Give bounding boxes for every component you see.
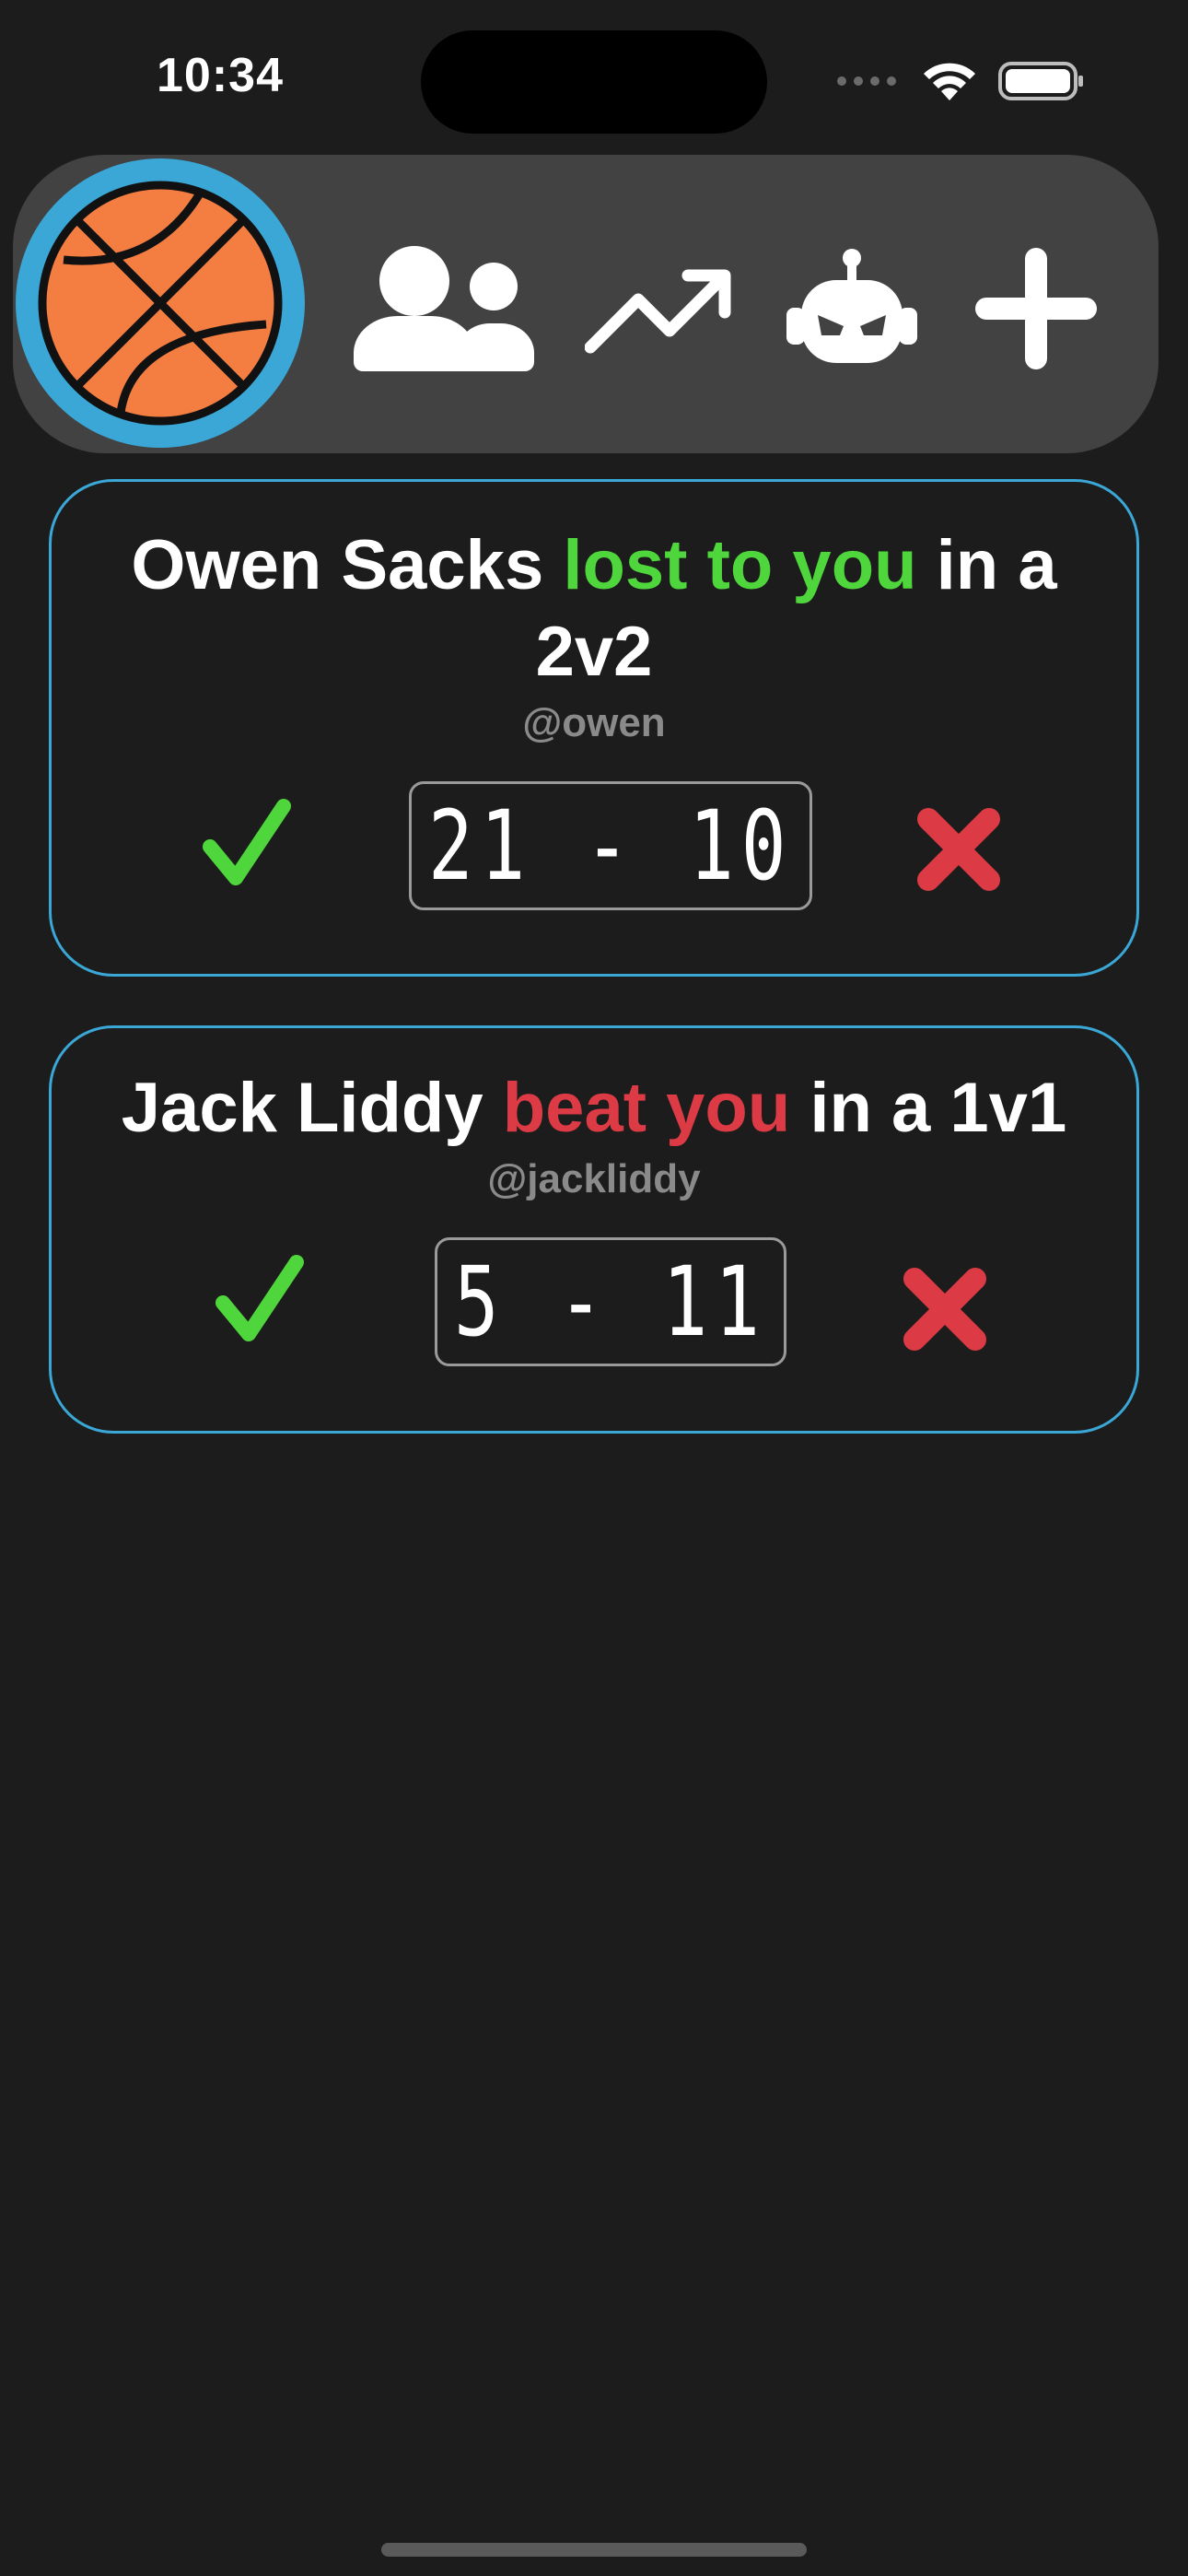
result-text: lost to you [563, 526, 917, 604]
trends-button[interactable] [568, 226, 752, 392]
score-text: 5 - 11 [454, 1246, 767, 1358]
checkmark-icon [215, 1255, 304, 1341]
accept-button[interactable] [214, 1253, 306, 1350]
status-time: 10:34 [157, 49, 284, 102]
screen: 10:34 Owen Sacks lost to you in a 2v2 @o… [0, 0, 1188, 2576]
score-text: 21 - 10 [427, 790, 794, 902]
close-icon [917, 808, 1000, 891]
basketball-logo[interactable] [16, 158, 305, 448]
dynamic-island [421, 30, 767, 134]
result-text: beat you [502, 1069, 791, 1147]
score-display: 5 - 11 [435, 1237, 786, 1366]
opponent-handle: @owen [522, 700, 666, 745]
bot-icon [786, 249, 917, 363]
reject-button[interactable] [915, 806, 1002, 897]
reject-button[interactable] [902, 1266, 988, 1357]
opponent-name: Jack Liddy [121, 1069, 483, 1147]
mode-text: in a 1v1 [809, 1069, 1067, 1147]
game-card: Jack Liddy beat you in a 1v1 @jackliddy … [49, 1025, 1139, 1434]
checkmark-icon [203, 799, 291, 885]
game-card: Owen Sacks lost to you in a 2v2 @owen 21… [49, 479, 1139, 977]
plus-icon [975, 248, 1097, 369]
home-indicator[interactable] [381, 2543, 807, 2557]
wifi-icon [924, 63, 975, 100]
close-icon [903, 1268, 986, 1351]
accept-button[interactable] [201, 797, 293, 894]
trending-icon [585, 269, 731, 354]
status-icons [836, 57, 1085, 105]
score-display: 21 - 10 [409, 781, 812, 910]
game-title: Owen Sacks lost to you in a 2v2 [88, 522, 1100, 696]
add-game-button[interactable] [944, 226, 1128, 392]
opponent-handle: @jackliddy [487, 1156, 701, 1201]
game-title: Jack Liddy beat you in a 1v1 [88, 1065, 1100, 1152]
bot-button[interactable] [760, 226, 944, 392]
signal-icon [837, 76, 896, 86]
opponent-name: Owen Sacks [131, 526, 544, 604]
friends-icon [354, 246, 534, 371]
friends-button[interactable] [352, 226, 536, 392]
battery-icon [998, 62, 1083, 100]
